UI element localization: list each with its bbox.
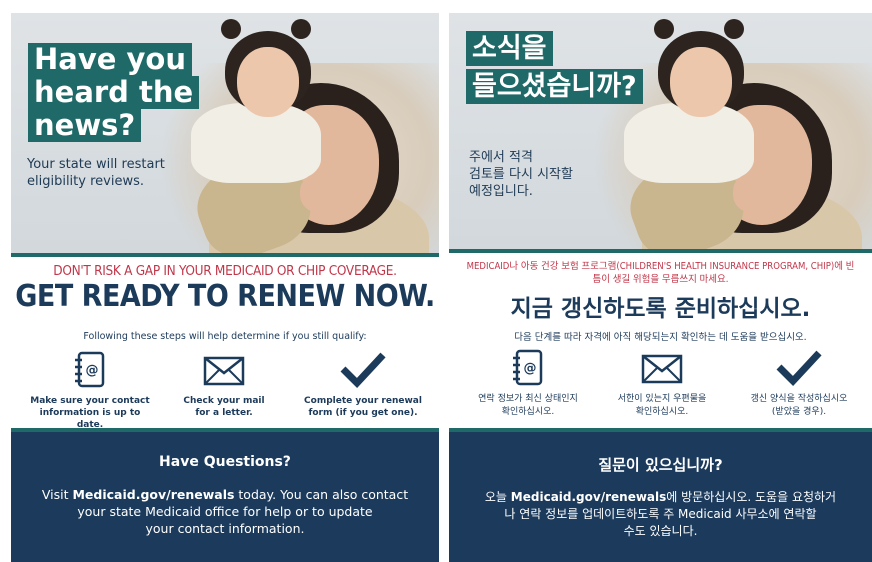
step-label-line-2: for a letter.	[195, 408, 253, 418]
step-complete-form: 갱신 양식을 작성하십시오 (받았을 경우).	[731, 349, 867, 419]
step-label-line-1: Complete your renewal	[304, 396, 422, 406]
step-label-line-2: form (if you get one).	[308, 408, 418, 418]
step-label-line-1: 연락 정보가 최신 상태인지	[478, 394, 578, 404]
coverage-warning-line-2: 틈이 생길 위험을 무릅쓰지 마세요.	[592, 274, 729, 285]
envelope-icon	[203, 356, 245, 386]
questions-message: Visit Medicaid.gov/renewals today. You c…	[41, 487, 409, 536]
checkmark-icon	[776, 350, 822, 387]
subhead-line-2: eligibility reviews.	[27, 174, 144, 189]
subhead-line-3: 예정입니다.	[469, 184, 533, 199]
headline-line-3: news?	[28, 109, 142, 142]
questions-panel: 질문이 있으십니까? 오늘 Medicaid.gov/renewals에 방문하…	[449, 428, 872, 562]
teal-divider	[11, 253, 439, 257]
coverage-warning: DON'T RISK A GAP IN YOUR MEDICAID OR CHI…	[53, 263, 397, 279]
korean-flyer: 소식을 들으셨습니까? 주에서 적격 검토를 다시 시작할 예정입니다. MED…	[449, 13, 872, 562]
questions-title: Have Questions?	[159, 454, 291, 470]
svg-text:@: @	[86, 363, 99, 378]
headline-line-1: Have you	[28, 43, 192, 76]
questions-panel: Have Questions? Visit Medicaid.gov/renew…	[11, 428, 439, 562]
subhead-line-2: 검토를 다시 시작할	[469, 167, 573, 182]
coverage-warning-line-1: MEDICAID나 아동 건강 보험 프로그램(CHILDREN'S HEALT…	[466, 261, 855, 272]
renewals-link[interactable]: Medicaid.gov/renewals	[72, 487, 234, 502]
step-update-contact: @ Make sure your contact information is …	[25, 351, 155, 431]
step-label-line-1: Make sure your contact	[30, 396, 150, 406]
step-check-mail: 서한이 있는지 우편물을 확인하십시오.	[597, 349, 727, 419]
step-update-contact: @ 연락 정보가 최신 상태인지 확인하십시오.	[463, 349, 593, 419]
steps-intro: 다음 단계를 따라 자격에 아직 해당되는지 확인하는 데 도움을 받으십시오.	[514, 332, 807, 343]
checkmark-icon	[340, 352, 386, 389]
teal-divider	[449, 249, 872, 253]
subhead-line-1: Your state will restart	[27, 157, 165, 172]
headline-line-2: 들으셨습니까?	[466, 69, 643, 104]
svg-text:@: @	[524, 361, 537, 376]
step-complete-form: Complete your renewal form (if you get o…	[293, 351, 433, 419]
questions-title: 질문이 있으십니까?	[598, 456, 723, 474]
english-flyer: Have you heard the news? Your state will…	[11, 13, 439, 562]
subhead-line-1: 주에서 적격	[469, 150, 533, 165]
envelope-icon	[641, 354, 683, 384]
step-label-line-2: 확인하십시오.	[635, 407, 689, 417]
headline-line-2: heard the	[28, 76, 200, 109]
steps-intro: Following these steps will help determin…	[83, 331, 367, 342]
address-book-icon: @	[75, 351, 105, 388]
headline-line-1: 소식을	[466, 31, 553, 66]
step-label-line-2: 확인하십시오.	[501, 407, 555, 417]
call-to-action: GET READY TO RENEW NOW.	[15, 279, 435, 314]
step-label-line-2: (받았을 경우).	[771, 407, 827, 417]
address-book-icon: @	[513, 349, 543, 386]
step-check-mail: Check your mail for a letter.	[159, 351, 289, 419]
step-label-line-1: 서한이 있는지 우편물을	[617, 394, 707, 404]
renewals-link[interactable]: Medicaid.gov/renewals	[511, 490, 666, 504]
call-to-action: 지금 갱신하도록 준비하십시오.	[510, 296, 811, 322]
questions-message: 오늘 Medicaid.gov/renewals에 방문하십시오. 도움을 요청…	[484, 490, 837, 538]
step-label-line-1: Check your mail	[183, 396, 265, 406]
step-label-line-1: 갱신 양식을 작성하십시오	[750, 394, 848, 404]
